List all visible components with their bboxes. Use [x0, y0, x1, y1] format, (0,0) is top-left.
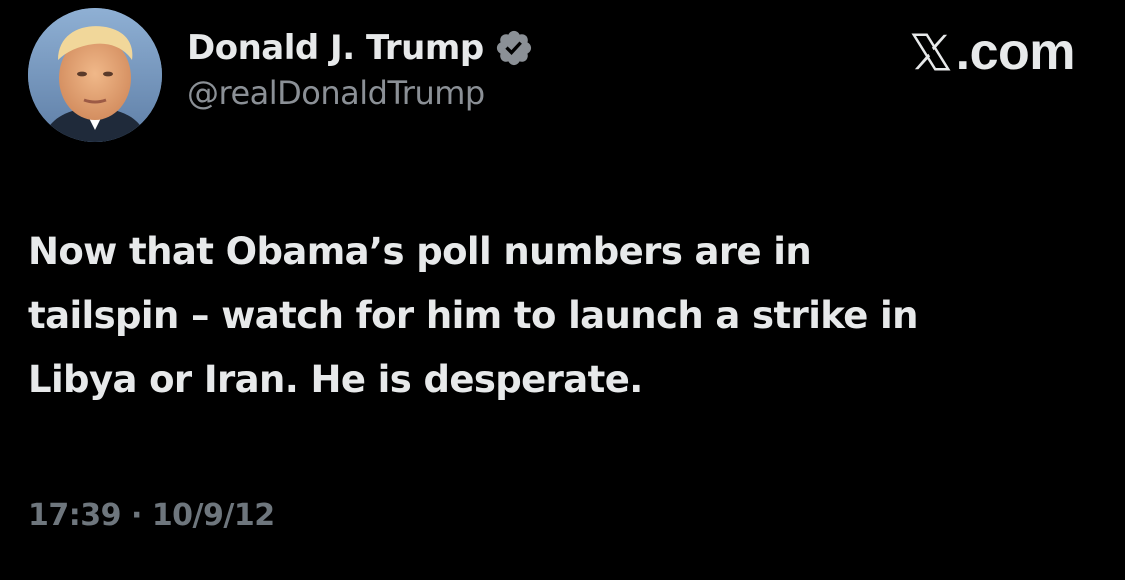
- author-names: Donald J. Trump @realDonaldTrump: [187, 28, 534, 112]
- tweet-header: Donald J. Trump @realDonaldTrump: [28, 8, 534, 142]
- avatar[interactable]: [28, 8, 162, 142]
- name-row: Donald J. Trump: [187, 28, 534, 68]
- tweet-text: Now that Obama’s poll numbers are in tai…: [28, 230, 918, 401]
- x-logo-icon: [908, 29, 954, 75]
- tweet-time: 17:39: [28, 498, 122, 533]
- brand-domain-label: .com: [955, 23, 1076, 81]
- brand-watermark: .com: [908, 23, 1076, 81]
- tweet-date: 10/9/12: [151, 498, 275, 533]
- verified-badge-icon[interactable]: [494, 28, 534, 68]
- author-handle[interactable]: @realDonaldTrump: [187, 74, 534, 112]
- tweet-card: Donald J. Trump @realDonaldTrump .com No…: [0, 0, 1125, 580]
- display-name[interactable]: Donald J. Trump: [187, 28, 484, 68]
- meta-separator: ·: [130, 498, 142, 533]
- tweet-timestamp[interactable]: 17:39 · 10/9/12: [28, 498, 275, 533]
